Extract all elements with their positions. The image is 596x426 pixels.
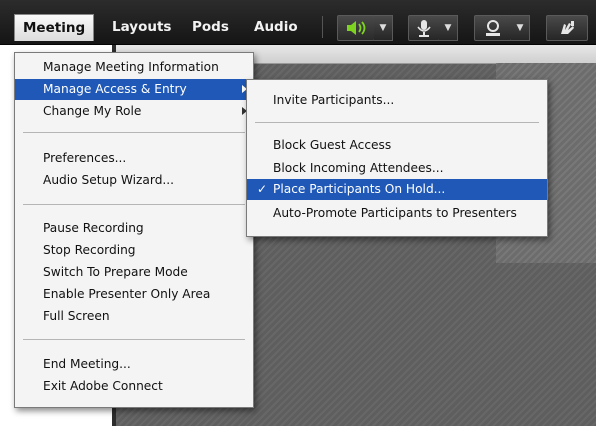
menu-item-place-participants-on-hold[interactable]: ✓ Place Participants On Hold...: [247, 179, 547, 200]
menu-item-manage-meeting-info[interactable]: Manage Meeting Information: [15, 57, 253, 78]
menu-item-label: Stop Recording: [43, 243, 136, 257]
menu-layouts[interactable]: Layouts: [104, 14, 179, 40]
menu-item-label: Switch To Prepare Mode: [43, 265, 188, 279]
menu-meeting[interactable]: Meeting: [14, 14, 95, 41]
menu-item-label: Change My Role: [43, 104, 142, 118]
menu-item-label: Enable Presenter Only Area: [43, 287, 211, 301]
speaker-button[interactable]: [337, 15, 375, 41]
menu-separator: [23, 132, 245, 133]
webcam-icon: [486, 20, 500, 36]
microphone-button[interactable]: [408, 15, 440, 41]
menu-item-audio-setup-wizard[interactable]: Audio Setup Wizard...: [15, 170, 253, 191]
speaker-dropdown[interactable]: ▼: [374, 15, 393, 41]
menu-pods[interactable]: Pods: [184, 14, 237, 40]
menubar: Meeting Layouts Pods Audio ▼ ▼ ▼: [0, 0, 596, 45]
menu-item-label: Exit Adobe Connect: [43, 379, 163, 393]
menu-item-label: Preferences...: [43, 151, 127, 165]
menu-item-label: Auto-Promote Participants to Presenters: [273, 206, 517, 220]
webcam-dropdown[interactable]: ▼: [511, 15, 530, 41]
menu-item-label: Manage Access & Entry: [43, 82, 187, 96]
menu-item-pause-recording[interactable]: Pause Recording: [15, 218, 253, 239]
menu-item-label: Block Incoming Attendees...: [273, 161, 444, 175]
menu-item-stop-recording[interactable]: Stop Recording: [15, 240, 253, 261]
raise-hand-icon: [561, 21, 574, 34]
menu-item-label: Invite Participants...: [273, 93, 395, 107]
menu-item-switch-prepare-mode[interactable]: Switch To Prepare Mode: [15, 262, 253, 283]
speaker-icon: [347, 21, 366, 35]
menu-item-label: Pause Recording: [43, 221, 144, 235]
menu-separator: [23, 204, 245, 205]
menu-audio[interactable]: Audio: [246, 14, 306, 40]
meeting-menu: Manage Meeting Information Manage Access…: [14, 52, 254, 408]
menu-item-change-my-role[interactable]: Change My Role: [15, 101, 253, 122]
webcam-button[interactable]: [474, 15, 512, 41]
menu-separator: [255, 122, 539, 123]
access-entry-submenu: Invite Participants... Block Guest Acces…: [246, 79, 548, 237]
menu-item-block-guest-access[interactable]: Block Guest Access: [247, 135, 547, 156]
menu-item-end-meeting[interactable]: End Meeting...: [15, 354, 253, 375]
menu-item-block-incoming-attendees[interactable]: Block Incoming Attendees...: [247, 158, 547, 179]
raise-hand-button[interactable]: [546, 15, 588, 41]
menu-item-enable-presenter-only-area[interactable]: Enable Presenter Only Area: [15, 284, 253, 305]
menu-item-exit-adobe-connect[interactable]: Exit Adobe Connect: [15, 376, 253, 397]
checkmark-icon: ✓: [257, 182, 268, 196]
menu-separator: [23, 339, 245, 340]
menu-item-full-screen[interactable]: Full Screen: [15, 306, 253, 327]
menu-item-preferences[interactable]: Preferences...: [15, 148, 253, 169]
menu-item-label: Place Participants On Hold...: [273, 182, 446, 196]
menu-item-auto-promote-participants[interactable]: Auto-Promote Participants to Presenters: [247, 203, 547, 224]
microphone-dropdown[interactable]: ▼: [439, 15, 458, 41]
menu-item-label: End Meeting...: [43, 357, 131, 371]
microphone-icon: [417, 20, 431, 37]
menu-item-label: Block Guest Access: [273, 138, 392, 152]
toolbar-divider: [322, 16, 323, 38]
menu-item-label: Audio Setup Wizard...: [43, 173, 175, 187]
menu-item-invite-participants[interactable]: Invite Participants...: [247, 90, 547, 111]
menu-item-label: Manage Meeting Information: [43, 60, 219, 74]
menu-item-label: Full Screen: [43, 309, 110, 323]
menu-item-manage-access-entry[interactable]: Manage Access & Entry: [15, 79, 253, 100]
